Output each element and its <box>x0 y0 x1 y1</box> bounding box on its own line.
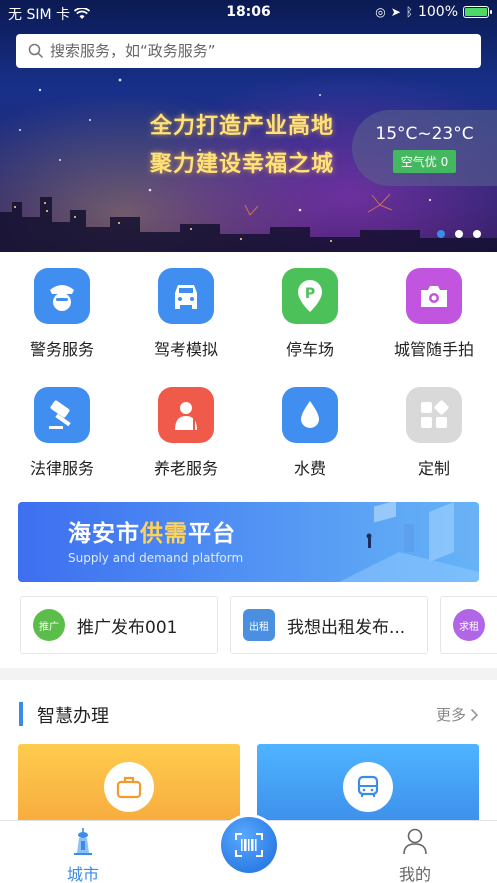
search-icon <box>28 43 44 59</box>
carousel-dot[interactable] <box>455 230 463 238</box>
post-list: 推广 推广发布001 出租 我想出租发布... 求租 <box>20 596 497 654</box>
slogan-line-1: 全力打造产业高地 <box>150 114 335 139</box>
post-item[interactable]: 出租 我想出租发布... <box>230 596 428 654</box>
smart-card-blue[interactable] <box>257 744 479 820</box>
post-badge: 出租 <box>243 609 275 641</box>
service-label: 养老服务 <box>153 459 218 478</box>
scan-button[interactable] <box>221 817 277 873</box>
service-urban-photo[interactable]: 城管随手拍 <box>372 268 496 360</box>
police-cap-icon <box>34 268 90 324</box>
gavel-icon <box>34 387 90 443</box>
banner-slogan: 全力打造产业高地 聚力建设幸福之城 <box>150 108 334 184</box>
bus-icon <box>343 762 393 812</box>
promo-title: 海安市供需平台 <box>68 514 236 548</box>
post-text: 推广发布001 <box>77 617 178 638</box>
service-label: 停车场 <box>285 340 334 359</box>
svg-text:P: P <box>305 286 315 302</box>
more-label: 更多 <box>435 706 466 724</box>
promo-subtitle: Supply and demand platform <box>68 551 244 565</box>
car-icon <box>158 268 214 324</box>
service-label: 驾考模拟 <box>153 340 218 359</box>
post-badge: 推广 <box>33 609 65 641</box>
user-icon <box>403 828 427 855</box>
rotation-lock-icon: ◎ <box>375 5 386 19</box>
air-quality-badge: 空气优 0 <box>392 150 457 173</box>
tab-city[interactable]: 城市 <box>58 827 108 883</box>
location-icon: ➤ <box>390 5 401 19</box>
search-input[interactable] <box>50 42 450 60</box>
scan-barcode-icon <box>235 833 263 857</box>
temperature-range: 15°C~23°C <box>375 124 474 144</box>
battery-percent: 100% <box>417 4 458 20</box>
tab-city-label: 城市 <box>66 865 99 883</box>
post-badge: 求租 <box>453 609 485 641</box>
section-accent-bar <box>19 702 23 726</box>
service-label: 法律服务 <box>29 459 94 478</box>
weather-widget[interactable]: 15°C~23°C 空气优 0 <box>352 110 497 186</box>
post-item[interactable]: 推广 推广发布001 <box>20 596 218 654</box>
service-label: 定制 <box>417 459 450 478</box>
bluetooth-icon: ᛒ <box>405 5 413 19</box>
promo-title-prefix: 海安市 <box>68 521 140 547</box>
camera-icon <box>406 268 462 324</box>
service-customize[interactable]: 定制 <box>372 387 496 479</box>
slogan-line-2: 聚力建设幸福之城 <box>150 152 335 177</box>
service-law[interactable]: 法律服务 <box>0 387 124 479</box>
service-police[interactable]: 警务服务 <box>0 268 124 360</box>
customize-icon <box>406 387 462 443</box>
search-bar[interactable] <box>16 34 481 68</box>
post-item[interactable]: 求租 <box>440 596 497 654</box>
more-link[interactable]: 更多 <box>436 704 479 725</box>
hero-banner[interactable]: 无 SIM 卡 18:06 ◎ ➤ ᛒ 100% 全力打造产业高地 聚力建设幸福… <box>0 0 497 252</box>
water-drop-icon <box>282 387 338 443</box>
carousel-dot[interactable] <box>473 230 481 238</box>
platform-illustration <box>339 502 479 582</box>
service-parking[interactable]: P 停车场 <box>248 268 372 360</box>
post-text: 我想出租发布... <box>287 617 406 638</box>
tab-mine-label: 我的 <box>398 865 431 883</box>
supply-demand-banner[interactable]: 海安市供需平台 Supply and demand platform <box>18 502 479 582</box>
parking-pin-icon: P <box>282 268 338 324</box>
chevron-right-icon <box>470 708 479 721</box>
briefcase-icon <box>104 762 154 812</box>
section-title: 智慧办理 <box>37 706 109 727</box>
supply-demand-section: 海安市供需平台 Supply and demand platform 推广 推广… <box>0 490 497 668</box>
promo-title-highlight: 供需 <box>140 521 188 547</box>
promo-title-suffix: 平台 <box>188 521 236 547</box>
elder-icon <box>158 387 214 443</box>
service-label: 水费 <box>293 459 326 478</box>
service-driving[interactable]: 驾考模拟 <box>124 268 248 360</box>
status-bar: 无 SIM 卡 18:06 ◎ ➤ ᛒ 100% <box>0 0 497 26</box>
service-water[interactable]: 水费 <box>248 387 372 479</box>
service-grid: 警务服务 驾考模拟 P 停车场 城管随手拍 法律服务 养老服务 水费 定制 <box>0 252 497 490</box>
service-label: 城管随手拍 <box>393 340 474 359</box>
service-label: 警务服务 <box>29 340 94 359</box>
service-elderly[interactable]: 养老服务 <box>124 387 248 479</box>
smart-service-section: 智慧办理 更多 <box>0 680 497 820</box>
bottom-tab-bar: 城市 我的 <box>0 817 497 883</box>
carousel-indicator[interactable] <box>437 230 481 238</box>
city-tower-icon <box>74 828 92 855</box>
carousel-dot[interactable] <box>437 230 445 238</box>
smart-card-orange[interactable] <box>18 744 240 820</box>
tab-mine[interactable]: 我的 <box>390 827 440 883</box>
battery-icon <box>463 6 492 18</box>
